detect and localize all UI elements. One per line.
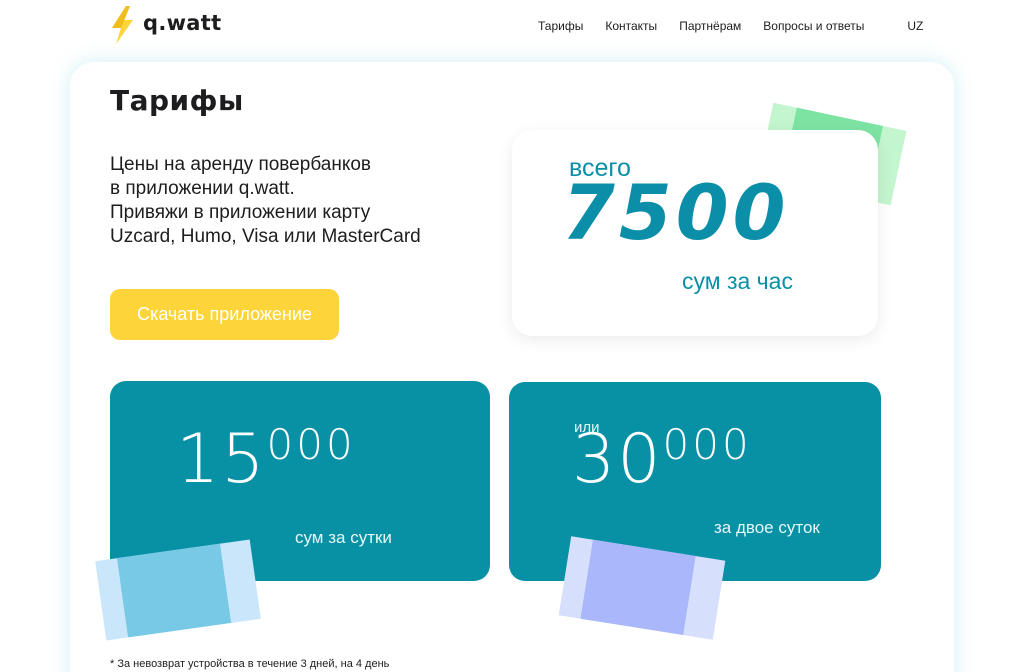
- page: q.watt Тарифы Контакты Партнёрам Вопросы…: [0, 0, 1024, 672]
- page-title: Тарифы: [110, 84, 244, 117]
- language-switch-uz[interactable]: UZ: [907, 19, 923, 33]
- daily-price-unit: сум за сутки: [295, 528, 392, 547]
- daily-price-main: 15: [176, 420, 267, 499]
- blue-banknote-icon: [95, 539, 261, 641]
- main-nav: Тарифы Контакты Партнёрам Вопросы и отве…: [538, 19, 923, 33]
- two-day-price-amount: 30000: [572, 424, 752, 494]
- purple-banknote-icon: [558, 536, 726, 640]
- description-line: Привяжи в приложении карту: [110, 202, 371, 223]
- nav-link-tariffs[interactable]: Тарифы: [538, 19, 583, 33]
- daily-price-sup: 000: [266, 420, 356, 469]
- hourly-price-amount: 7500: [562, 168, 790, 257]
- two-day-price-sup: 000: [662, 420, 752, 469]
- download-app-button[interactable]: Скачать приложение: [110, 289, 339, 340]
- description-line: Uzcard, Humo, Visa или MasterCard: [110, 226, 421, 247]
- two-day-price-main: 30: [572, 420, 663, 499]
- nav-link-partners[interactable]: Партнёрам: [679, 19, 741, 33]
- nav-link-faq[interactable]: Вопросы и ответы: [763, 19, 864, 33]
- tariffs-description: Цены на аренду повербанков в приложении …: [110, 153, 470, 249]
- nav-link-contacts[interactable]: Контакты: [605, 19, 657, 33]
- two-day-price-unit: за двое суток: [714, 518, 820, 537]
- logo-text: q.watt: [143, 11, 222, 35]
- logo[interactable]: q.watt: [108, 6, 222, 48]
- lightning-bolt-icon: [108, 6, 136, 48]
- header: q.watt Тарифы Контакты Партнёрам Вопросы…: [0, 0, 1024, 56]
- footnote: * За невозврат устройства в течение 3 дн…: [110, 658, 390, 670]
- hourly-price-unit: сум за час: [682, 268, 793, 294]
- description-line: Цены на аренду повербанков: [110, 154, 372, 175]
- description-line: в приложении q.watt.: [110, 178, 295, 199]
- daily-price-amount: 15000: [176, 424, 356, 494]
